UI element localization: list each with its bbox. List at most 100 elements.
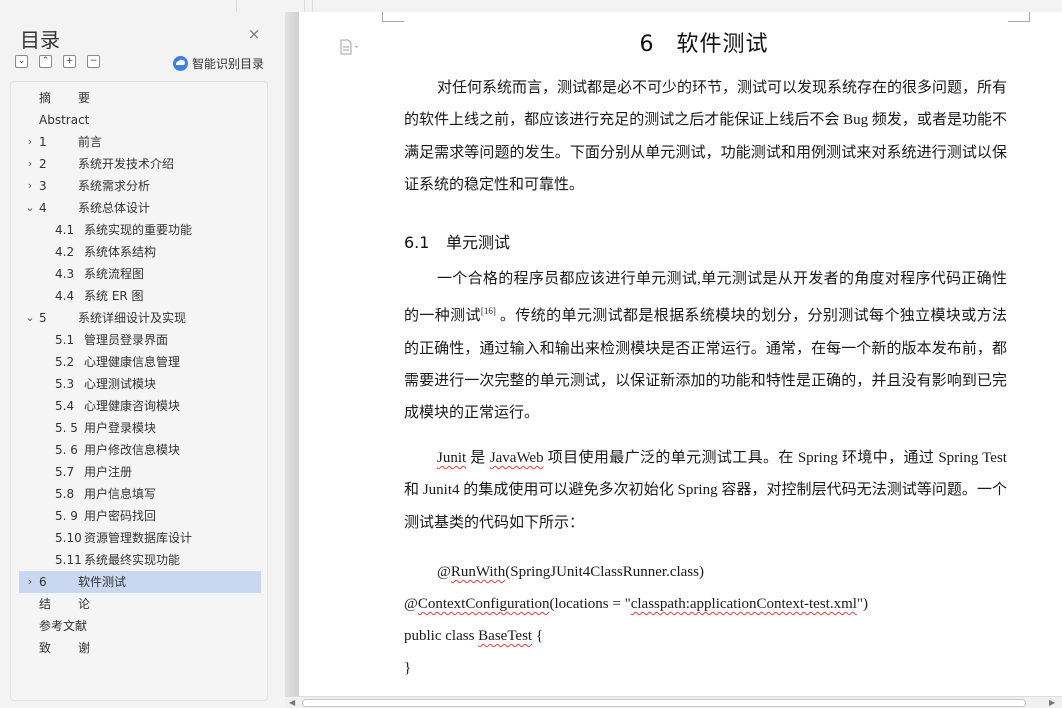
toc-item-label: 资源管理数据库设计 (84, 531, 193, 545)
pane-title: 目录 (20, 28, 60, 52)
toc-item[interactable]: 5.8 用户信息填写 (19, 483, 261, 505)
toc-item-number: 4.2 (55, 245, 75, 259)
margin-corner-mark (1008, 12, 1030, 22)
toolbar-segment (0, 0, 237, 12)
toc-item[interactable]: ⌄ 4 系统总体设计 (19, 197, 261, 219)
chevron-down-icon[interactable]: ⌄ (24, 197, 36, 219)
pane-splitter[interactable] (285, 12, 299, 708)
toc-item[interactable]: Abstract (19, 109, 261, 131)
toc-item-label: 系统需求分析 (78, 179, 151, 193)
toc-item-label: 系统最终实现功能 (84, 553, 181, 567)
toc-item[interactable]: 5.3 心理测试模块 (19, 373, 261, 395)
toc-item-number: 5. 6 (55, 443, 78, 457)
toc-item[interactable]: 5.1 管理员登录界面 (19, 329, 261, 351)
section-number: 6.1 (404, 233, 430, 252)
scrollbar-thumb[interactable] (302, 699, 1026, 707)
toc-item[interactable]: › 3 系统需求分析 (19, 175, 261, 197)
toc-item[interactable]: › 6 软件测试 (19, 571, 261, 593)
toc-item-label: 前言 (78, 135, 103, 149)
spell-flag-word[interactable]: JavaWeb (490, 450, 544, 466)
chevron-right-icon[interactable]: › (24, 131, 36, 153)
toc-item-label: 心理测试模块 (84, 377, 157, 391)
toolbar-segment (305, 0, 313, 12)
toc-item-label: 系统实现的重要功能 (84, 223, 193, 237)
spell-flag-word[interactable]: classpath:applicationContext-test.xml (631, 596, 857, 612)
junit-paragraph: Junit 是 JavaWeb 项目使用最广泛的单元测试工具。在 Spring … (404, 442, 1007, 539)
document-page: 6 软件测试 对任何系统而言，测试都是必不可少的环节，测试可以发现系统存在的很多问… (299, 12, 1062, 708)
toc-item-label: 系统 ER 图 (84, 289, 144, 303)
toc-item-number: 1 (39, 135, 47, 149)
collapse-down-icon[interactable]: ⌄ (15, 55, 28, 68)
smart-recognize-icon (173, 55, 188, 71)
citation-ref[interactable]: [16] (481, 306, 496, 316)
toc-item-label: 管理员登录界面 (84, 333, 169, 347)
toc-item[interactable]: › 1 前言 (19, 131, 261, 153)
toc-item-label: 参考文献 (39, 619, 88, 633)
chevron-right-icon[interactable]: › (24, 175, 36, 197)
toc-item[interactable]: 5.7 用户注册 (19, 461, 261, 483)
toc-item[interactable]: 5.2 心理健康信息管理 (19, 351, 261, 373)
toc-item[interactable]: 4.2 系统体系结构 (19, 241, 261, 263)
toc-navigation-pane: 目录 × ⌄ ⌃ + − 智能识别目录 摘要 Abstract › 1 前言 › 2 系统开发… (0, 12, 285, 708)
toc-item-label: 系统体系结构 (84, 245, 157, 259)
page-layout-icon[interactable] (339, 39, 361, 55)
toc-item[interactable]: › 2 系统开发技术介绍 (19, 153, 261, 175)
toc-item-number: 5.8 (55, 487, 75, 501)
smart-toc-button[interactable]: 智能识别目录 (173, 55, 264, 71)
toc-item-label: 谢 (78, 641, 91, 655)
toc-item[interactable]: ⌄ 5 系统详细设计及实现 (19, 307, 261, 329)
spell-flag-word[interactable]: RunWith (451, 564, 505, 580)
section-title: 单元测试 (446, 233, 511, 252)
toc-item-number: 5. 9 (55, 509, 78, 523)
toc-item-number: 4.3 (55, 267, 75, 281)
chevron-down-icon[interactable]: ⌄ (24, 307, 36, 329)
spell-flag-word[interactable]: BaseTest (478, 628, 532, 644)
toc-item[interactable]: 5. 9 用户密码找回 (19, 505, 261, 527)
toc-item-number: 5.10 (55, 531, 82, 545)
toc-item[interactable]: 4.3 系统流程图 (19, 263, 261, 285)
toc-item[interactable]: 4.1 系统实现的重要功能 (19, 219, 261, 241)
toc-item[interactable]: 5.10 资源管理数据库设计 (19, 527, 261, 549)
toc-item-number: 5.11 (55, 553, 82, 567)
chevron-right-icon[interactable]: › (24, 153, 36, 175)
chapter-heading: 6 软件测试 (404, 26, 1004, 58)
intro-text: 对任何系统而言，测试都是必不可少的环节，测试可以发现系统存在的很多问题，所有的软… (404, 80, 1008, 193)
scroll-right-icon[interactable]: ▶ (1049, 697, 1055, 708)
toc-item[interactable]: 5.11 系统最终实现功能 (19, 549, 261, 571)
toc-item-label: 心理健康咨询模块 (84, 399, 181, 413)
spell-flag-word[interactable]: Junit (437, 450, 466, 466)
toc-item-number: 5 (39, 311, 47, 325)
toc-item[interactable]: 4.4 系统 ER 图 (19, 285, 261, 307)
toc-item-number: 4.4 (55, 289, 75, 303)
scroll-left-icon[interactable]: ◀ (289, 697, 295, 708)
spell-flag-word[interactable]: ContextConfiguration (418, 596, 550, 612)
code-text: ") (856, 596, 869, 612)
toc-item-number: 6 (39, 575, 47, 589)
toc-item[interactable]: 摘要 (19, 87, 261, 109)
code-line-3: public class BaseTest { (404, 620, 1007, 652)
horizontal-scrollbar[interactable]: ◀ ▶ (285, 696, 1062, 708)
chapter-title: 软件测试 (676, 32, 769, 57)
intro-paragraph: 对任何系统而言，测试都是必不可少的环节，测试可以发现系统存在的很多问题，所有的软… (404, 72, 1007, 201)
close-icon[interactable]: × (246, 26, 262, 42)
collapse-all-icon[interactable]: − (87, 55, 100, 68)
toc-item-number: 摘 (39, 91, 52, 105)
toc-item[interactable]: 结论 (19, 593, 261, 615)
toc-item[interactable]: 5. 5 用户登录模块 (19, 417, 261, 439)
toc-item[interactable]: 致谢 (19, 637, 261, 659)
toc-item[interactable]: 5. 6 用户修改信息模块 (19, 439, 261, 461)
chevron-right-icon[interactable]: › (24, 571, 36, 593)
toc-item-label: 系统流程图 (84, 267, 145, 281)
toc-item[interactable]: 5.4 心理健康咨询模块 (19, 395, 261, 417)
code-line-2: @ContextConfiguration(locations = "class… (404, 588, 1007, 620)
expand-all-icon[interactable]: + (63, 55, 76, 68)
code-line-1: @RunWith(SpringJUnit4ClassRunner.class) (404, 556, 1007, 588)
toc-item-number: 4 (39, 201, 47, 215)
toc-item[interactable]: 参考文献 (19, 615, 261, 637)
code-text: @ (437, 564, 451, 580)
toc-item-label: 用户密码找回 (84, 509, 157, 523)
toc-item-number: 结 (39, 597, 52, 611)
collapse-up-icon[interactable]: ⌃ (39, 55, 52, 68)
code-text: @ (404, 596, 418, 612)
code-line-4: } (404, 652, 1007, 684)
